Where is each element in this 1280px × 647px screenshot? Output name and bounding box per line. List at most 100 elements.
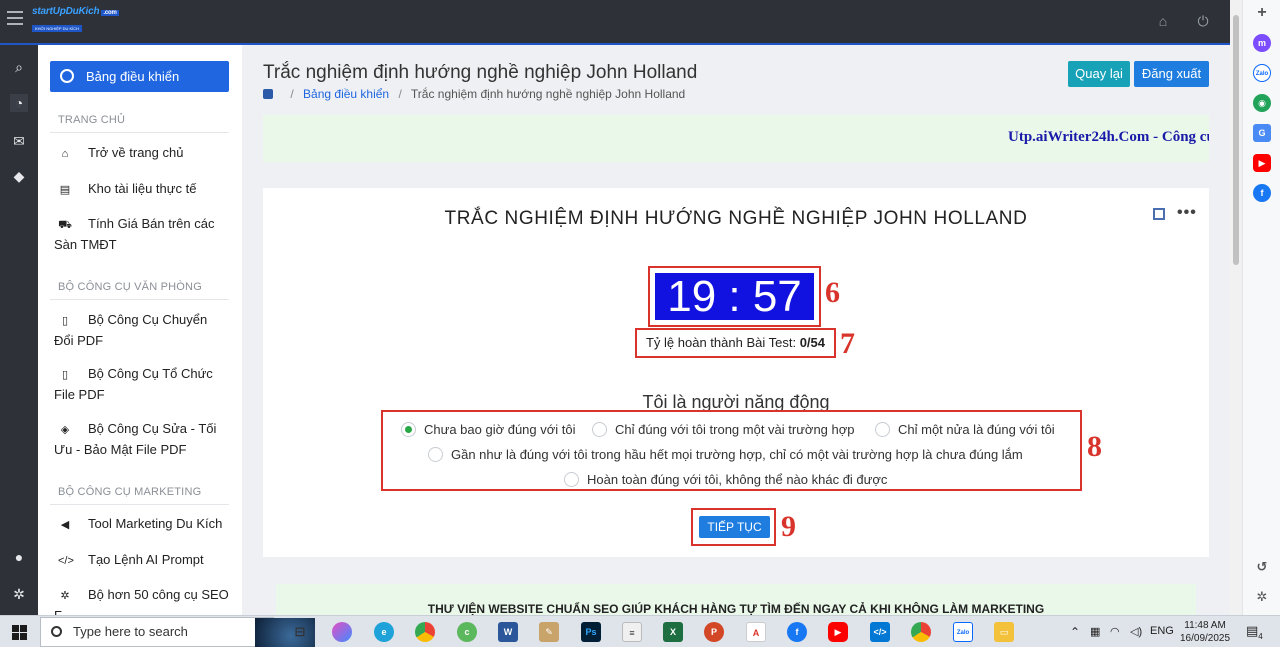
section-title-office: BỘ CÔNG CỤ VĂN PHÒNG [58, 281, 202, 293]
breadcrumb: / Bảng điều khiển / Trắc nghiệm định hướ… [263, 87, 685, 101]
edge-icon[interactable]: e [374, 622, 394, 642]
youtube-icon[interactable]: ▶ [1253, 154, 1271, 172]
notepad-icon[interactable]: ≡ [622, 622, 642, 642]
add-icon[interactable]: + [1253, 4, 1271, 22]
windows-start-icon[interactable] [12, 625, 27, 640]
photoshop-icon[interactable]: Ps [581, 622, 601, 642]
search-icon[interactable]: ⌕ [10, 58, 28, 76]
divider [50, 132, 229, 133]
chevron-up-icon[interactable]: ⌃ [1070, 625, 1080, 639]
countdown-timer: 19 : 57 [655, 273, 814, 320]
sidebar: Bảng điều khiển TRANG CHỦ ⌂ Trở về trang … [38, 45, 242, 615]
home-icon: ⌂ [61, 148, 69, 160]
sidebar-item-seo-tools[interactable]: ✲Bộ hơn 50 công cụ SEO F... [54, 585, 229, 615]
history-icon[interactable]: ↺ [1253, 558, 1271, 576]
progress-text: Tỷ lệ hoàn thành Bài Test: 0/54 [635, 328, 836, 358]
notification-icon[interactable]: ▤4 [1246, 623, 1263, 641]
games-icon[interactable]: ◉ [1253, 94, 1271, 112]
excel-icon[interactable]: X [663, 622, 683, 642]
radio[interactable] [428, 447, 443, 462]
chrome-profile-icon[interactable] [911, 622, 931, 642]
next-button[interactable]: TIẾP TỤC [699, 516, 770, 538]
pdf-icon: ▯ [61, 369, 69, 381]
breadcrumb-link-dashboard[interactable]: Bảng điều khiển [303, 87, 389, 101]
file-explorer-icon[interactable]: ▭ [994, 622, 1014, 642]
divider [50, 299, 229, 300]
option-4[interactable]: Hoàn toàn đúng với tôi, không thể nào kh… [564, 472, 887, 488]
messenger-icon[interactable]: m [1253, 34, 1271, 52]
word-icon[interactable]: W [498, 622, 518, 642]
power-icon[interactable]: ⏻ [1195, 13, 1211, 29]
sidebar-item-price-calculator[interactable]: ⛟ Tính Giá Bán trên các Sàn TMĐT [54, 214, 229, 255]
more-options-icon[interactable]: ••• [1177, 204, 1197, 222]
radio[interactable] [875, 422, 890, 437]
browser-sidebar: + m Zalo ◉ G ▶ f ↺ ✲ [1242, 0, 1280, 615]
facebook-icon[interactable]: f [787, 622, 807, 642]
sidebar-item-dashboard[interactable]: Bảng điều khiển [50, 61, 229, 92]
fullscreen-icon[interactable] [1153, 208, 1165, 220]
zalo-icon[interactable]: Zalo [1253, 64, 1271, 82]
menu-icon[interactable] [7, 11, 23, 27]
sidebar-item-marketing-tool[interactable]: ◀ Tool Marketing Du Kích [54, 514, 229, 535]
radio[interactable] [564, 472, 579, 487]
powerpoint-icon[interactable]: P [704, 622, 724, 642]
youtube-icon[interactable]: ▶ [828, 622, 848, 642]
back-button[interactable]: Quay lại [1068, 61, 1130, 87]
sidebar-item-pdf-organize[interactable]: ▯ Bộ Công Cụ Tổ Chức File PDF [54, 364, 229, 405]
annotation-9: 9 [781, 510, 796, 543]
next-highlight: TIẾP TỤC [691, 508, 776, 546]
taskbar-search[interactable]: Type here to search [40, 617, 315, 647]
pdf-icon[interactable]: A [746, 622, 766, 642]
option-2[interactable]: Chỉ một nửa là đúng với tôi [875, 422, 1055, 438]
language-indicator[interactable]: ENG [1150, 625, 1174, 637]
mail-icon[interactable]: ✉ [10, 132, 28, 150]
page-title: Trắc nghiệm định hướng nghề nghiệp John … [263, 62, 698, 83]
file-icon: ▤ [59, 184, 71, 196]
divider [50, 504, 229, 505]
sidebar-item-pdf-convert[interactable]: ▯ Bộ Công Cụ Chuyển Đổi PDF [54, 310, 229, 351]
option-0[interactable]: Chưa bao giờ đúng với tôi [401, 422, 576, 438]
zalo-icon[interactable]: Zalo [953, 622, 973, 642]
gauge-icon [60, 69, 74, 83]
sidebar-item-home[interactable]: ⌂ Trở về trang chủ [54, 143, 229, 164]
clock[interactable]: 11:48 AM 16/09/2025 [1180, 619, 1230, 645]
facebook-icon[interactable]: f [1253, 184, 1271, 202]
option-1[interactable]: Chỉ đúng với tôi trong một vài trường hợ… [592, 422, 855, 438]
sidebar-item-pdf-secure[interactable]: ◈ Bộ Công Cụ Sửa - Tối Ưu - Bảo Mật File … [54, 419, 229, 460]
home-icon[interactable]: ⌂ [1155, 13, 1171, 29]
icon-rail: ⌕ ◔ ✉ ◆ ● ✲ [0, 45, 38, 615]
chrome-icon[interactable] [415, 622, 435, 642]
translate-icon[interactable]: G [1253, 124, 1271, 142]
copilot-icon[interactable] [332, 622, 352, 642]
gear-icon: ✲ [60, 590, 70, 602]
radio[interactable] [592, 422, 607, 437]
dashboard-icon[interactable]: ◔ [10, 94, 28, 112]
option-3[interactable]: Gần như là đúng với tôi trong hầu hết mọ… [428, 447, 1023, 463]
scroll-thumb[interactable] [1233, 15, 1239, 265]
megaphone-icon: ◀ [60, 519, 70, 531]
cube-icon [263, 89, 273, 99]
vscode-icon[interactable]: </> [870, 622, 890, 642]
annotation-7: 7 [840, 327, 855, 360]
user-icon[interactable]: ● [10, 548, 28, 566]
logout-button[interactable]: Đăng xuất [1134, 61, 1209, 87]
gear-icon[interactable]: ✲ [10, 585, 28, 603]
cart-icon: ⛟ [58, 219, 72, 231]
scrollbar[interactable] [1230, 0, 1242, 615]
radio-selected[interactable] [401, 422, 416, 437]
wifi-icon[interactable]: ◠ [1110, 625, 1120, 638]
settings-icon[interactable]: ✲ [1253, 588, 1271, 606]
diamond-icon[interactable]: ◆ [10, 167, 28, 185]
top-bar: startUpDuKich .com KHỞI NGHIỆP DU KÍCH ⌂ … [0, 0, 1230, 45]
answer-options: Chưa bao giờ đúng với tôi Chỉ đúng với t… [381, 410, 1082, 491]
taskbar: Type here to search ⊟ e c W ✎ Ps ≡ X P A… [0, 615, 1280, 647]
network-icon[interactable]: ▦ [1090, 625, 1100, 638]
logo[interactable]: startUpDuKich .com KHỞI NGHIỆP DU KÍCH [32, 6, 119, 35]
paint-icon[interactable]: ✎ [539, 622, 559, 642]
sidebar-item-ai-prompt[interactable]: </> Tạo Lệnh AI Prompt [54, 550, 229, 571]
volume-icon[interactable]: ◁) [1130, 625, 1142, 638]
task-view-icon[interactable]: ⊟ [290, 622, 310, 642]
sidebar-item-documents[interactable]: ▤ Kho tài liệu thực tế [54, 179, 229, 200]
seo-library-text: THƯ VIỆN WEBSITE CHUẨN SEO GIÚP KHÁCH HÀ… [427, 602, 1045, 615]
coccoc-icon[interactable]: c [457, 622, 477, 642]
